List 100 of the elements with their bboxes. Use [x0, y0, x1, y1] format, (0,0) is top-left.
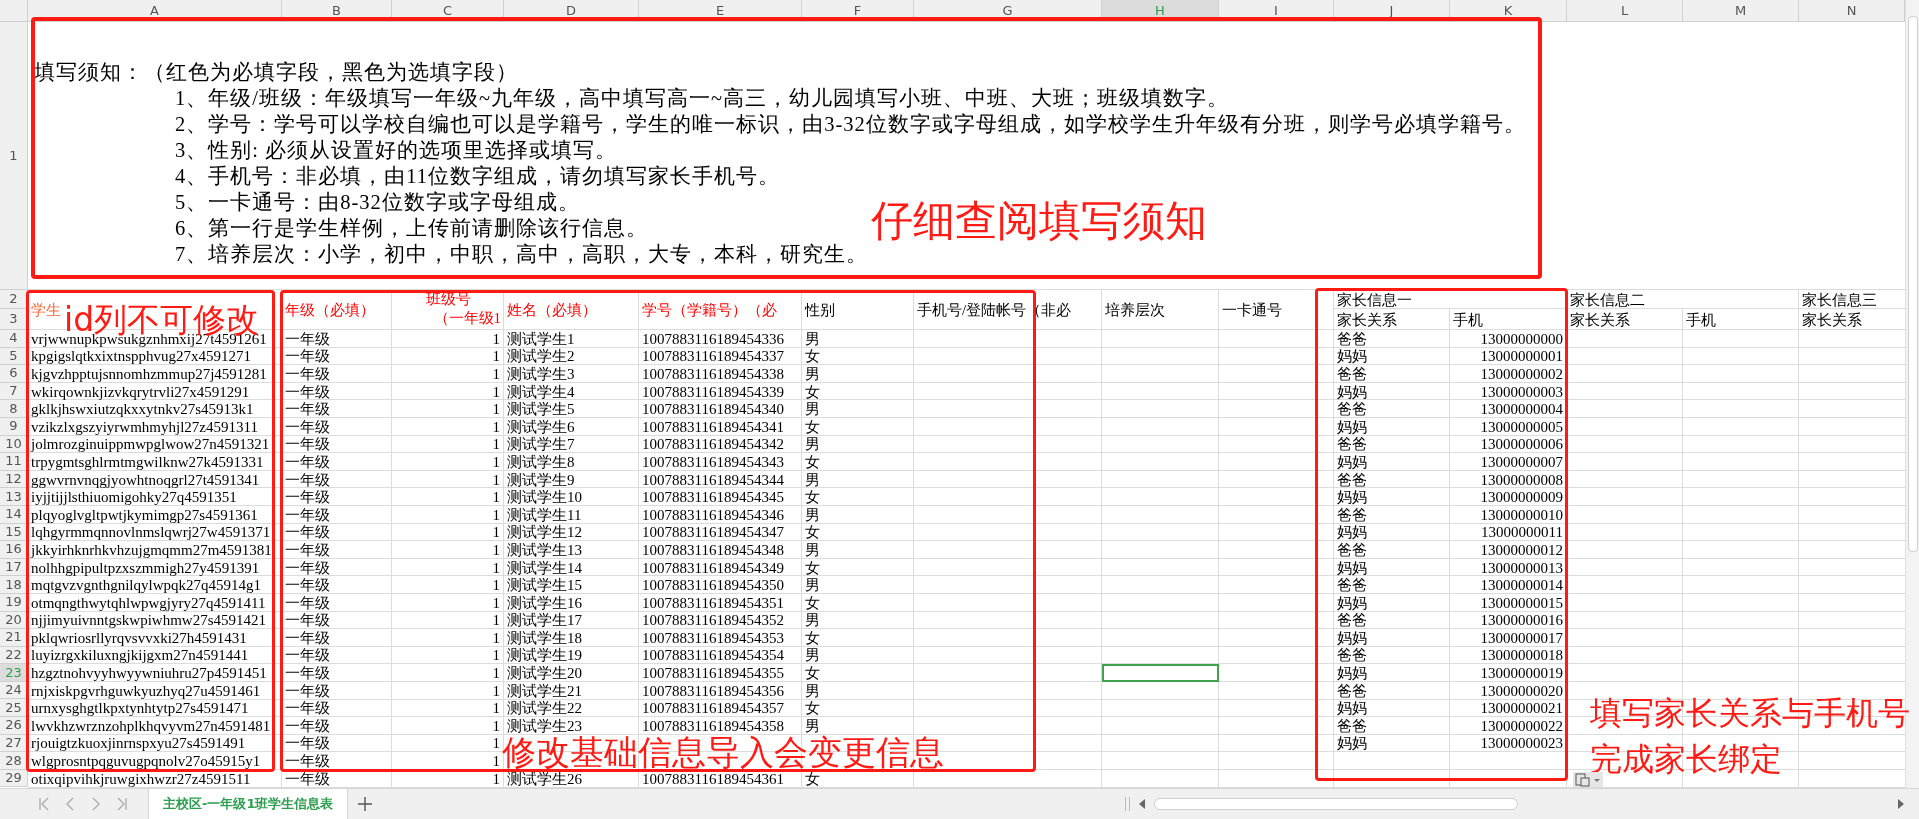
table-cell-text: 13000000022 — [1479, 717, 1564, 735]
table-cell-text: 13000000010 — [1479, 505, 1564, 524]
table-cell-text: 一年级 — [284, 646, 331, 665]
row-header[interactable]: 2 — [0, 290, 28, 309]
table-cell-text: 男 — [804, 365, 821, 383]
table-cell-text: 一年级 — [284, 417, 331, 436]
table-cell-text: 1 — [491, 470, 501, 489]
table-cell-text: 1007883116189454354 — [641, 646, 785, 665]
table-cell-text: 爸爸 — [1336, 611, 1368, 630]
table-cell-text: 女 — [804, 593, 821, 612]
scroll-left-icon[interactable] — [1138, 799, 1146, 809]
table-cell-text: vzikzlxgszyiyrwmhmyhjl27z4591311 — [30, 417, 259, 436]
table-cell-text: 一年级 — [284, 734, 331, 753]
table-cell-text: 测试学生8 — [506, 453, 576, 471]
selected-cell[interactable] — [1102, 664, 1219, 682]
table-cell-text: 妈妈 — [1336, 699, 1368, 718]
column-header[interactable]: M — [1683, 0, 1799, 22]
table-cell-text: 1 — [491, 664, 501, 682]
select-all-corner[interactable] — [0, 0, 28, 22]
table-cell-text: 一年级 — [284, 664, 331, 682]
table-cell-text: 一年级 — [284, 488, 331, 506]
annotation-note: 填写家长关系与手机号 完成家长绑定 — [1590, 693, 1910, 780]
table-cell-text: 1007883116189454353 — [641, 629, 785, 647]
table-cell-text: 13000000007 — [1479, 453, 1564, 471]
table-cell-text: otixqipvihkjruwgixhwzr27z4591511 — [30, 769, 252, 788]
table-cell-text: 妈妈 — [1336, 593, 1368, 612]
table-cell-text: rjouigtzkuoxjinrnspxyu27s4591491 — [30, 734, 247, 753]
table-cell-text: 女 — [804, 699, 821, 718]
instruction-line: 4、手机号：非必填，由11位数字组成，请勿填写家长手机号。 — [175, 164, 780, 189]
table-cell-text: 1 — [491, 646, 501, 665]
table-cell-text: 一年级 — [284, 470, 331, 489]
instruction-line: 2、学号：学号可以学校自编也可以是学籍号，学生的唯一标识，由3-32位数字或字母组成，如学校学生升年级有分班，则学号必填学籍号。 — [175, 112, 1526, 137]
sheet-tab[interactable]: 主校区-一年级1班学生信息表 — [148, 789, 349, 819]
previous-sheet-icon[interactable] — [64, 797, 76, 811]
row-header[interactable]: 18 — [0, 576, 28, 594]
row-header[interactable]: 3 — [0, 309, 28, 330]
column-heading: 学号（学籍号）（必 — [641, 301, 778, 320]
row-header[interactable]: 28 — [0, 752, 28, 770]
table-cell-text: 1 — [491, 382, 501, 401]
first-sheet-icon[interactable] — [38, 797, 50, 811]
next-sheet-icon[interactable] — [90, 797, 102, 811]
column-header[interactable]: N — [1799, 0, 1905, 22]
table-cell-text: 女 — [804, 453, 821, 471]
row-header[interactable]: 1 — [0, 22, 28, 290]
table-cell-text: wlgprosntpqguvugpqnolv27o45915y1 — [30, 752, 262, 770]
column-heading: 性别 — [803, 301, 836, 320]
row-header[interactable]: 4 — [0, 330, 28, 348]
instruction-line: 6、第一行是学生样例，上传前请删除该行信息。 — [175, 216, 649, 241]
table-cell-text: 男 — [804, 330, 821, 348]
column-heading: 培养层次 — [1104, 301, 1166, 320]
table-cell-text: 一年级 — [284, 523, 331, 542]
row-header[interactable]: 11 — [0, 453, 28, 471]
column-heading: 年级（必填） — [284, 301, 376, 320]
paste-options-icon[interactable] — [1573, 772, 1603, 787]
table-cell-text: 妈妈 — [1336, 382, 1368, 401]
table-cell-text: 妈妈 — [1336, 488, 1368, 506]
annotation-note: 仔细查阅填写须知 — [871, 196, 1207, 246]
last-sheet-icon[interactable] — [116, 797, 128, 811]
row-header[interactable]: 26 — [0, 717, 28, 735]
splitter-handle[interactable] — [1125, 797, 1130, 811]
table-cell-text: 1 — [491, 699, 501, 718]
table-cell-text: kpgigslqtkxixtnspphvug27x4591271 — [30, 347, 252, 366]
table-cell-text: 女 — [804, 417, 821, 436]
table-cell-text: 一年级 — [284, 400, 331, 418]
row-header[interactable]: 21 — [0, 629, 28, 647]
table-cell-text: 测试学生12 — [506, 523, 583, 542]
table-cell-text: 1 — [491, 769, 501, 788]
row-header[interactable]: 16 — [0, 541, 28, 559]
table-cell-text: urnxysghgtlkpxtynhtytp27s4591471 — [30, 699, 250, 718]
row-header[interactable]: 13 — [0, 488, 28, 506]
table-cell-text: 男 — [804, 470, 821, 489]
table-cell-text: 一年级 — [284, 382, 331, 401]
table-cell-text: 13000000020 — [1479, 681, 1564, 700]
table-cell-text: 1007883116189454356 — [641, 681, 785, 700]
table-cell-text: 一年级 — [284, 717, 331, 735]
table-cell-text: 1 — [491, 681, 501, 700]
table-cell-text: 1 — [491, 435, 501, 454]
column-header[interactable]: L — [1567, 0, 1683, 22]
column-heading: 学生 — [30, 301, 61, 320]
table-cell-text: 一年级 — [284, 365, 331, 383]
table-cell-text: 1007883116189454351 — [641, 593, 785, 612]
scroll-right-icon[interactable] — [1897, 799, 1905, 809]
table-cell-text: 1 — [491, 365, 501, 383]
table-cell-text: 13000000021 — [1479, 699, 1564, 718]
table-cell-text: iyjjtijjlsthiuomigohky27q4591351 — [30, 488, 238, 506]
table-cell-text: 测试学生1 — [506, 330, 576, 348]
instruction-line: 7、培养层次：小学，初中，中职，高中，高职，大专，本科，研究生。 — [175, 242, 869, 267]
table-cell-text: 1007883116189454344 — [641, 470, 785, 489]
add-sheet-icon[interactable] — [358, 797, 373, 811]
table-cell-text: 13000000014 — [1479, 576, 1564, 594]
row-header[interactable]: 6 — [0, 365, 28, 383]
row-header[interactable]: 25 — [0, 699, 28, 718]
table-cell-text: 13000000013 — [1479, 558, 1564, 577]
row-header[interactable]: 8 — [0, 400, 28, 418]
table-cell-text: 13000000001 — [1479, 347, 1564, 366]
table-cell-text: 爸爸 — [1336, 681, 1368, 700]
table-cell-text: 男 — [804, 646, 821, 665]
table-cell-text: 一年级 — [284, 576, 331, 594]
table-cell-text: kjgvzhpptujsnnomhzmmup27j4591281 — [30, 365, 268, 383]
column-heading: 手机 — [1452, 310, 1484, 330]
